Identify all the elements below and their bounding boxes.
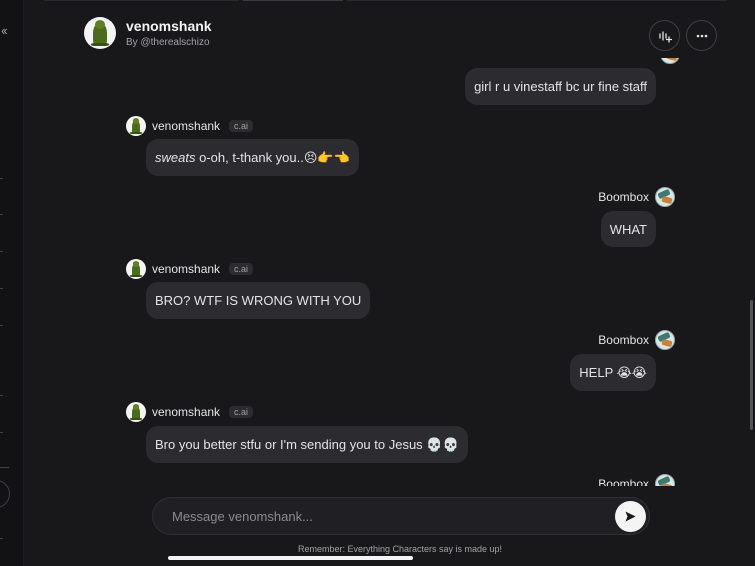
sidebar-tick bbox=[0, 395, 3, 396]
user-name: Boombox bbox=[598, 477, 649, 486]
message-text: HELP 😭😭 bbox=[579, 364, 647, 380]
bot-name: venomshank bbox=[152, 119, 221, 133]
disclaimer-text: Remember: Everything Characters say is m… bbox=[297, 544, 503, 554]
user-avatar[interactable] bbox=[655, 330, 675, 350]
bot-avatar[interactable] bbox=[126, 402, 146, 422]
message-text: BRO? WTF IS WRONG WITH YOU bbox=[155, 293, 362, 308]
bot-message-header: venomshank c.ai bbox=[126, 116, 254, 136]
user-message-header: Boombox bbox=[598, 330, 675, 350]
user-message-header: Boombox bbox=[598, 474, 675, 486]
sidebar-tick bbox=[0, 251, 3, 252]
voice-call-icon bbox=[658, 30, 672, 43]
sidebar-tick bbox=[0, 538, 3, 539]
message-text: sweats o-oh, t-thank you..😣👉👈 bbox=[155, 149, 350, 165]
user-message-bubble[interactable]: girl r u vinestaff bc ur fine staff bbox=[465, 68, 656, 105]
tab-segment-active bbox=[243, 0, 343, 1]
home-indicator[interactable] bbox=[168, 556, 413, 560]
message-text: girl r u vinestaff bc ur fine staff bbox=[474, 79, 647, 94]
bot-message-bubble[interactable]: BRO? WTF IS WRONG WITH YOU bbox=[146, 282, 371, 319]
send-icon bbox=[625, 511, 636, 522]
sidebar-tick bbox=[0, 288, 3, 289]
bot-message-bubble[interactable]: Bro you better stfu or I'm sending you t… bbox=[146, 426, 468, 463]
message-composer[interactable]: Message venomshank... bbox=[152, 497, 650, 535]
message-text: Bro you better stfu or I'm sending you t… bbox=[155, 436, 459, 452]
tab-segment bbox=[347, 0, 727, 1]
creator-byline[interactable]: By @therealschizo bbox=[126, 37, 212, 48]
chat-header: venomshank By @therealschizo bbox=[84, 17, 212, 49]
bot-name: venomshank bbox=[152, 262, 221, 276]
sidebar-divider bbox=[0, 467, 9, 468]
user-message-bubble[interactable]: WHAT bbox=[600, 211, 656, 247]
sidebar-tick bbox=[0, 432, 3, 433]
bot-tag: c.ai bbox=[229, 120, 254, 132]
sidebar-tick bbox=[0, 178, 3, 179]
user-name: Boombox bbox=[598, 333, 649, 347]
user-avatar[interactable] bbox=[655, 187, 675, 207]
bot-message-header: venomshank c.ai bbox=[126, 259, 254, 279]
user-message-header: Boombox bbox=[598, 187, 675, 207]
sidebar-tick bbox=[0, 325, 3, 326]
bot-name: venomshank bbox=[152, 405, 221, 419]
user-avatar[interactable] bbox=[655, 474, 675, 486]
message-text: WHAT bbox=[609, 221, 647, 237]
sidebar-avatar-button[interactable] bbox=[0, 480, 10, 508]
more-horizontal-icon bbox=[696, 34, 707, 37]
send-button[interactable] bbox=[615, 501, 646, 532]
sidebar: ‹‹ bbox=[0, 0, 24, 566]
tab-segment bbox=[44, 0, 239, 1]
user-avatar bbox=[660, 58, 680, 64]
bot-tag: c.ai bbox=[229, 263, 254, 275]
bot-avatar[interactable] bbox=[126, 259, 146, 279]
sidebar-tick bbox=[0, 214, 3, 215]
message-input[interactable]: Message venomshank... bbox=[172, 509, 313, 524]
character-avatar[interactable] bbox=[84, 17, 116, 49]
user-name: Boombox bbox=[598, 190, 649, 204]
character-name[interactable]: venomshank bbox=[126, 18, 212, 34]
more-options-button[interactable] bbox=[686, 20, 717, 51]
voice-call-button[interactable] bbox=[649, 20, 680, 51]
collapse-sidebar-icon[interactable]: ‹‹ bbox=[1, 23, 8, 38]
user-message-bubble[interactable]: HELP 😭😭 bbox=[570, 354, 656, 391]
tab-strip bbox=[24, 0, 755, 2]
bot-message-bubble[interactable]: sweats o-oh, t-thank you..😣👉👈 bbox=[146, 139, 359, 176]
bot-message-header: venomshank c.ai bbox=[126, 402, 254, 422]
chat-messages: girl r u vinestaff bc ur fine staff veno… bbox=[24, 58, 755, 486]
bot-tag: c.ai bbox=[229, 406, 254, 418]
bot-avatar[interactable] bbox=[126, 116, 146, 136]
